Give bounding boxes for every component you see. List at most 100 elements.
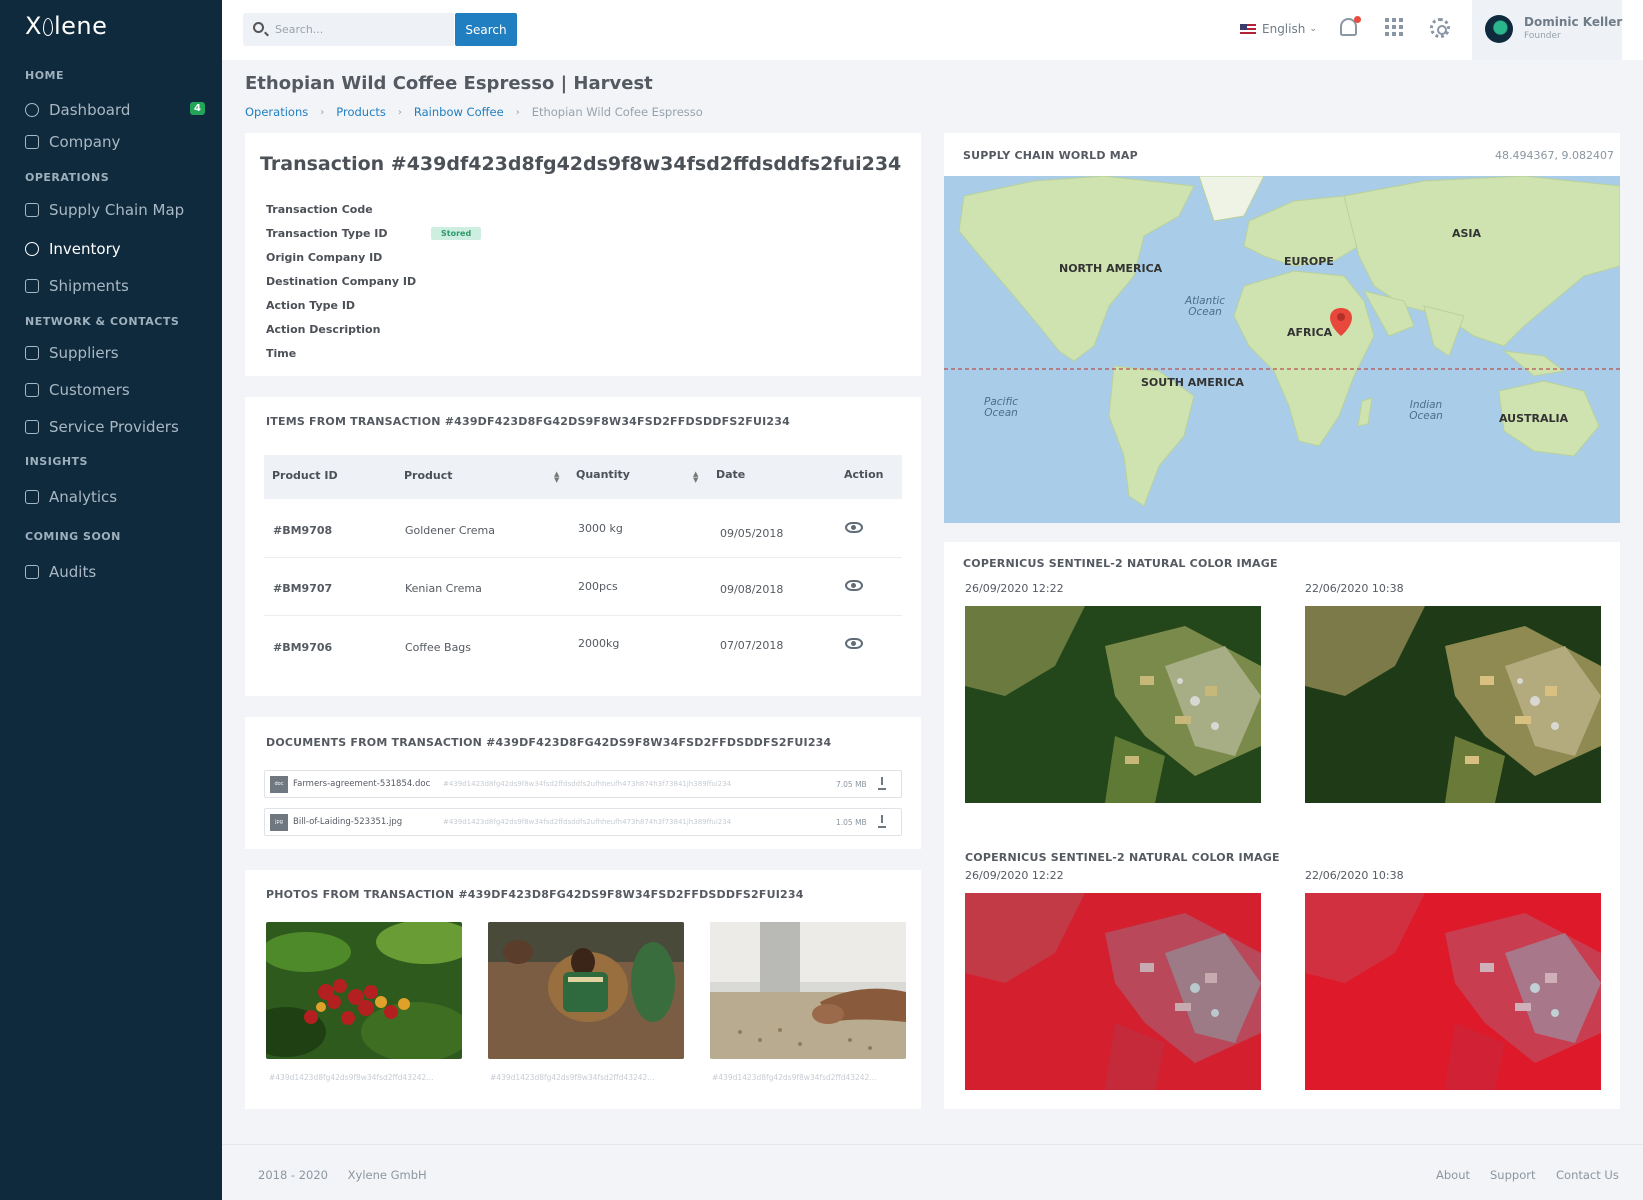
top-bar: Search English ⌄ Dominic Keller Founder: [222, 0, 1643, 60]
search-input[interactable]: [275, 13, 450, 46]
field-origin-company: Origin Company ID: [266, 251, 383, 264]
sidebar-item-audits[interactable]: Audits: [25, 559, 205, 585]
document-row[interactable]: jpg Bill-of-Laiding-523351.jpg #439d1423…: [264, 808, 902, 836]
footer-copyright: 2018 - 2020 Xylene GmbH: [258, 1168, 427, 1182]
file-name: Farmers-agreement-531854.doc: [293, 779, 431, 789]
cell-product-id: #BM9706: [273, 641, 333, 654]
sidebar-item-label: Dashboard: [49, 101, 131, 119]
search-button[interactable]: Search: [455, 13, 517, 46]
gear-icon[interactable]: [1430, 18, 1450, 38]
download-icon[interactable]: [878, 777, 886, 790]
documents-title: DOCUMENTS FROM TRANSACTION #439DF423D8FG…: [266, 736, 832, 749]
sidebar-item-analytics[interactable]: Analytics: [25, 484, 205, 510]
items-title: ITEMS FROM TRANSACTION #439DF423D8FG42DS…: [266, 415, 790, 428]
sidebar-item-label: Company: [49, 133, 121, 151]
satellite-card: COPERNICUS SENTINEL-2 NATURAL COLOR IMAG…: [944, 542, 1620, 1109]
status-badge: Stored: [431, 227, 482, 240]
apps-grid-icon[interactable]: [1385, 18, 1403, 36]
file-hash: #439d1423d8fg42ds9f8w34fsd2ffdsddfs2ufhh…: [443, 818, 732, 826]
satellite-date: 22/06/2020 10:38: [1305, 869, 1404, 882]
documents-card: DOCUMENTS FROM TRANSACTION #439DF423D8FG…: [245, 717, 921, 849]
xylene-logo[interactable]: Xlene: [25, 12, 107, 40]
sidebar-item-service-providers[interactable]: Service Providers: [25, 414, 205, 440]
footer-link-about[interactable]: About: [1436, 1168, 1470, 1182]
cell-date: 09/08/2018: [720, 583, 784, 596]
language-label: English: [1262, 22, 1306, 36]
col-date[interactable]: Date: [716, 468, 745, 481]
satellite-natural-image-1[interactable]: [965, 606, 1261, 803]
user-menu[interactable]: Dominic Keller Founder: [1472, 0, 1622, 60]
breadcrumb-separator: ›: [397, 106, 402, 118]
continent-label: NORTH AMERICA: [1059, 262, 1163, 275]
eye-icon[interactable]: [845, 638, 863, 649]
photo-sorting-beans[interactable]: [710, 922, 906, 1059]
table-row: #BM9707 Kenian Crema 200pcs 09/08/2018: [264, 558, 902, 616]
satellite-natural-image-2[interactable]: [1305, 606, 1601, 803]
photos-title: PHOTOS FROM TRANSACTION #439DF423D8FG42D…: [266, 888, 804, 901]
download-icon[interactable]: [878, 815, 886, 828]
language-selector[interactable]: English ⌄: [1240, 22, 1317, 36]
photo-coffee-cherries[interactable]: [266, 922, 462, 1059]
breadcrumb-rainbow-coffee[interactable]: Rainbow Coffee: [414, 105, 504, 119]
cell-quantity: 200pcs: [578, 580, 618, 593]
box-icon: [25, 490, 39, 504]
home-icon: [25, 135, 39, 149]
user-name: Dominic Keller: [1524, 15, 1623, 29]
satellite-date: 26/09/2020 12:22: [965, 582, 1064, 595]
photo-drying-beans[interactable]: [488, 922, 684, 1059]
satellite-infrared-image-1[interactable]: [965, 893, 1261, 1090]
notification-dot: [1354, 16, 1361, 23]
breadcrumb-operations[interactable]: Operations: [245, 105, 308, 119]
col-product-id[interactable]: Product ID: [272, 469, 338, 482]
ocean-label: Atlantic Ocean: [1184, 295, 1226, 318]
supply-chain-map-card: SUPPLY CHAIN WORLD MAP 48.494367, 9.0824…: [944, 133, 1620, 523]
file-hash: #439d1423d8fg42ds9f8w34fsd2ffdsddfs2ufhh…: [443, 780, 732, 788]
field-action-type: Action Type ID: [266, 299, 356, 312]
col-quantity[interactable]: Quantity: [576, 468, 630, 481]
world-map[interactable]: NORTH AMERICA EUROPE ASIA AFRICA SOUTH A…: [944, 176, 1620, 523]
continent-label: AUSTRALIA: [1499, 412, 1569, 425]
col-action: Action: [844, 468, 884, 481]
col-product[interactable]: Product: [404, 469, 453, 482]
user-role: Founder: [1524, 31, 1561, 41]
breadcrumb-separator: ›: [515, 106, 520, 118]
chat-icon: [25, 346, 39, 360]
map-coordinates: 48.494367, 9.082407: [1495, 149, 1614, 162]
items-card: ITEMS FROM TRANSACTION #439DF423D8FG42DS…: [245, 397, 921, 696]
footer-link-support[interactable]: Support: [1490, 1168, 1535, 1182]
eye-icon[interactable]: [845, 522, 863, 533]
file-name: Bill-of-Laiding-523351.jpg: [293, 817, 403, 827]
us-flag-icon: [1240, 24, 1256, 34]
photo-hash: #439d1423d8fg42ds9f8w34fsd2ffd43242...: [712, 1073, 877, 1082]
cell-date: 09/05/2018: [720, 527, 784, 540]
sidebar-item-suppliers[interactable]: Suppliers: [25, 340, 205, 366]
sidebar-item-dashboard[interactable]: Dashboard 4: [25, 97, 205, 123]
satellite-infrared-image-2[interactable]: [1305, 893, 1601, 1090]
sort-icon[interactable]: ▲ ▼: [554, 471, 559, 484]
cell-product: Kenian Crema: [405, 582, 482, 595]
footer-link-contact[interactable]: Contact Us: [1556, 1168, 1619, 1182]
nav-section-coming-soon: COMING SOON: [25, 530, 121, 543]
document-row[interactable]: doc Farmers-agreement-531854.doc #439d14…: [264, 770, 902, 798]
sidebar-item-supply-chain-map[interactable]: Supply Chain Map: [25, 197, 205, 223]
satellite-title: COPERNICUS SENTINEL-2 NATURAL COLOR IMAG…: [965, 851, 1280, 864]
sidebar-item-label: Suppliers: [49, 344, 119, 362]
sort-icon[interactable]: ▲ ▼: [693, 471, 698, 484]
sidebar-item-customers[interactable]: Customers: [25, 377, 205, 403]
footer: 2018 - 2020 Xylene GmbH About Support Co…: [222, 1144, 1643, 1200]
sidebar-item-shipments[interactable]: Shipments: [25, 273, 205, 299]
sidebar-item-company[interactable]: Company: [25, 129, 205, 155]
breadcrumb-products[interactable]: Products: [336, 105, 386, 119]
breadcrumb-current: Ethopian Wild Cofee Espresso: [531, 105, 703, 119]
globe-icon: [25, 242, 39, 256]
ocean-label: Indian Ocean: [1409, 399, 1443, 422]
footer-years: 2018 - 2020: [258, 1168, 328, 1182]
continent-label: EUROPE: [1284, 255, 1334, 268]
sidebar-item-inventory[interactable]: Inventory: [25, 236, 205, 262]
eye-icon[interactable]: [845, 580, 863, 591]
transaction-card: Transaction #439df423d8fg42ds9f8w34fsd2f…: [245, 133, 921, 376]
nav-section-home: HOME: [25, 69, 65, 82]
calendar-icon: [25, 279, 39, 293]
cell-product: Coffee Bags: [405, 641, 472, 654]
cell-quantity: 3000 kg: [578, 522, 623, 535]
